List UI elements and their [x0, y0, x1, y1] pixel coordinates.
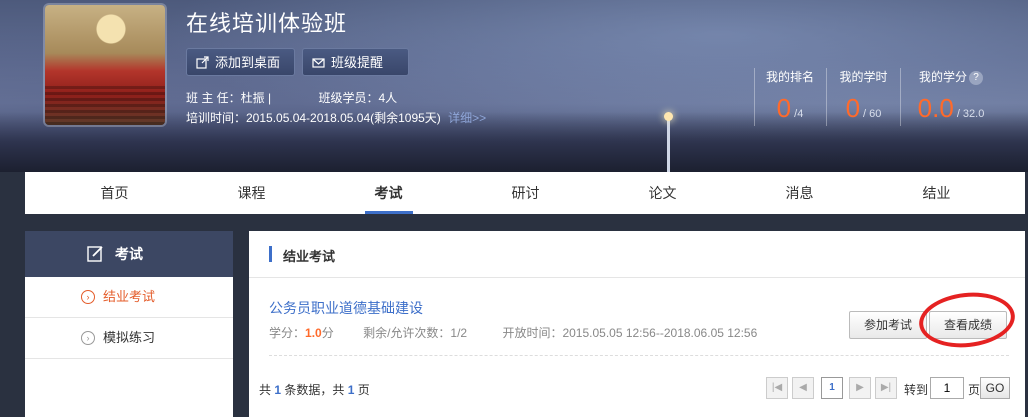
- section-header: 结业考试: [249, 231, 1025, 278]
- tab-discussion[interactable]: 研讨: [457, 172, 594, 214]
- add-to-desktop-label: 添加到桌面: [215, 55, 281, 70]
- credit-unit: 分: [321, 326, 334, 340]
- credit-label: 学分：: [269, 326, 306, 340]
- envelope-icon: [312, 58, 325, 68]
- exam-meta: 学分：1.0分 剩余/允许次数：1/2 开放时间：2015.05.05 12:5…: [269, 324, 757, 341]
- training-time: 培训时间：2015.05.04-2018.05.04(剩余1095天): [186, 111, 441, 125]
- stat-credits-value: 0.0: [917, 93, 954, 123]
- class-title: 在线培训体验班: [186, 11, 348, 36]
- page-unit-label: 页: [968, 383, 981, 397]
- section-title: 结业考试: [283, 249, 336, 264]
- highlight-annotation-circle: [916, 288, 1018, 352]
- banner-tower: [667, 118, 670, 172]
- stat-rank: 我的排名 0/4: [754, 68, 826, 124]
- details-link[interactable]: 详细>>: [448, 111, 486, 125]
- first-page-icon[interactable]: |◀: [766, 377, 788, 399]
- stat-rank-label: 我的排名: [765, 70, 814, 84]
- head-teacher: 班 主 任：杜振 |: [186, 91, 272, 105]
- banner-tower-light: [664, 112, 673, 121]
- goto-label: 转到: [904, 383, 929, 397]
- tab-messages[interactable]: 消息: [731, 172, 868, 214]
- tab-graduation[interactable]: 结业: [868, 172, 1005, 214]
- page-number-input[interactable]: [930, 377, 964, 399]
- edit-icon: [87, 246, 103, 262]
- class-members: 班级学员：4人: [318, 91, 398, 105]
- training-time-line: 培训时间：2015.05.04-2018.05.04(剩余1095天) 详细>>: [186, 109, 486, 126]
- stat-credits-label: 我的学分: [918, 70, 967, 84]
- stat-rank-total: /4: [794, 108, 804, 120]
- class-meta-line: 班 主 任：杜振 | 班级学员：4人: [186, 89, 397, 106]
- external-link-icon: [196, 56, 209, 69]
- go-button[interactable]: GO: [980, 377, 1010, 399]
- main-nav: 首页 课程 考试 研讨 论文 消息 结业: [25, 172, 1025, 214]
- exam-open-time: 开放时间：2015.05.05 12:56--2018.06.05 12:56: [502, 326, 758, 340]
- stat-credits-total: / 32.0: [956, 108, 985, 120]
- sidebar-item-label: 模拟练习: [103, 330, 156, 345]
- stat-hours-value: 0: [845, 93, 861, 123]
- stat-hours-label: 我的学时: [839, 70, 888, 84]
- last-page-icon[interactable]: ▶|: [875, 377, 897, 399]
- sidebar-header: 考试: [25, 231, 233, 277]
- stat-credits: 我的学分? 0.0/ 32.0: [901, 68, 1001, 124]
- tab-courses[interactable]: 课程: [183, 172, 320, 214]
- current-page[interactable]: 1: [821, 377, 843, 399]
- stat-rank-value: 0: [776, 93, 792, 123]
- credit-value: 1.0: [305, 326, 322, 340]
- exam-attempts: 剩余/允许次数：1/2: [363, 326, 468, 340]
- tab-papers[interactable]: 论文: [594, 172, 731, 214]
- class-reminder-button[interactable]: 班级提醒: [302, 48, 409, 76]
- stat-hours: 我的学时 0/ 60: [827, 68, 900, 124]
- sidebar-item-practice[interactable]: › 模拟练习: [25, 318, 233, 359]
- tab-home[interactable]: 首页: [46, 172, 183, 214]
- row-divider: [269, 355, 1009, 356]
- sidebar-item-final-exam[interactable]: › 结业考试: [25, 277, 233, 318]
- class-banner: 在线培训体验班 添加到桌面 班级提醒 班 主 任：杜振 | 班级学员：4人 培训…: [0, 0, 1028, 172]
- add-to-desktop-button[interactable]: 添加到桌面: [186, 48, 295, 76]
- chevron-right-circle-icon: ›: [81, 290, 95, 304]
- join-exam-button[interactable]: 参加考试: [849, 311, 927, 339]
- class-cover-image: [45, 5, 165, 125]
- exam-panel: 结业考试 公务员职业道德基础建设 学分：1.0分 剩余/允许次数：1/2 开放时…: [249, 231, 1025, 417]
- tab-exams[interactable]: 考试: [320, 172, 457, 214]
- help-icon[interactable]: ?: [969, 70, 983, 85]
- section-accent-bar: [269, 246, 272, 262]
- exam-course-name[interactable]: 公务员职业道德基础建设: [269, 298, 423, 318]
- sidebar-title: 考试: [115, 246, 143, 262]
- class-reminder-label: 班级提醒: [331, 55, 384, 70]
- next-page-icon[interactable]: ▶: [849, 377, 871, 399]
- pagination-summary: 共 1 条数据，共 1 页: [259, 383, 370, 397]
- prev-page-icon[interactable]: ◀: [792, 377, 814, 399]
- sidebar-item-label: 结业考试: [103, 289, 156, 304]
- stat-hours-total: / 60: [863, 108, 882, 120]
- chevron-right-circle-icon: ›: [81, 331, 95, 345]
- exam-sidebar: 考试 › 结业考试 › 模拟练习: [25, 231, 233, 417]
